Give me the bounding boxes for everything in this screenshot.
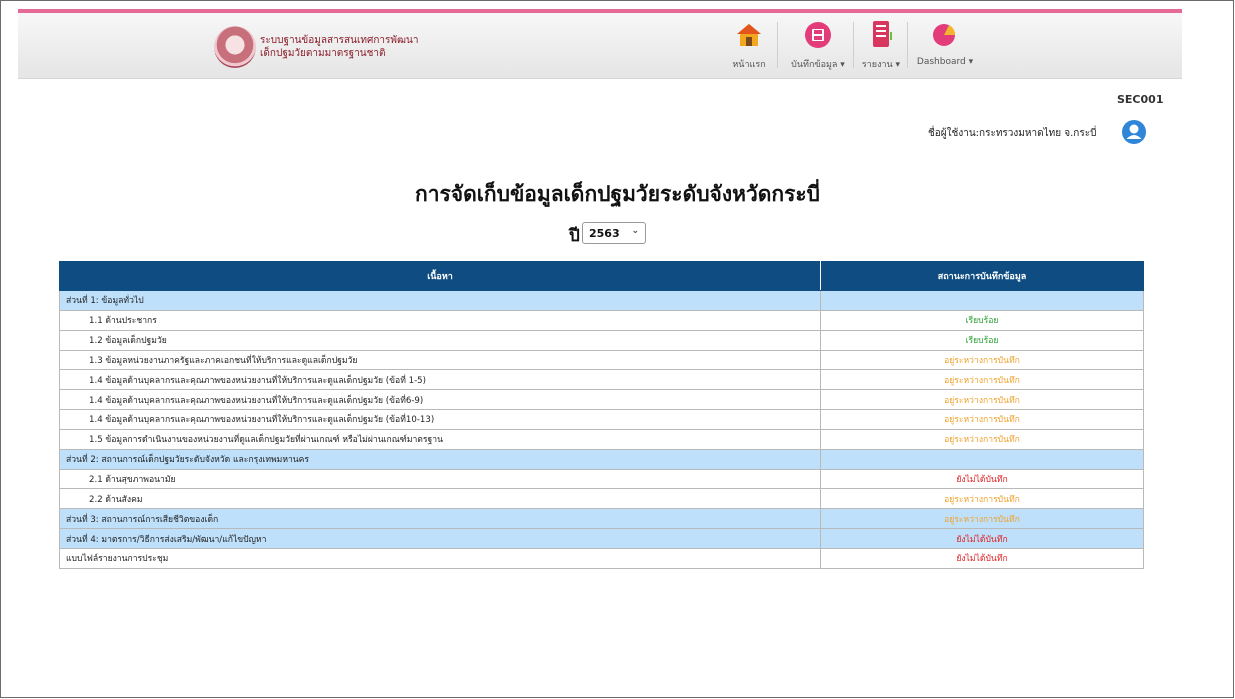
nav-home-label: หน้าแรก [732,60,766,70]
status-cell: ยังไม่ได้บันทึก [820,528,1144,549]
table-row[interactable]: 1.5 ข้อมูลการดำเนินงานของหน่วยงานที่ดูแล… [59,428,1144,450]
chevron-down-icon: ⌄ [631,226,639,236]
status-cell: อยู่ระหว่างการบันทึก [820,428,1144,450]
status-cell: ยังไม่ได้บันทึก [820,468,1144,490]
user-avatar-icon[interactable] [1121,119,1147,145]
nav-report[interactable]: รายงาน ▾ [858,18,904,76]
table-row[interactable]: 2.2 ด้านสังคม อยู่ระหว่างการบันทึก [59,488,1144,510]
table-row[interactable]: 1.2 ข้อมูลเด็กปฐมวัย เรียบร้อย [59,329,1144,351]
row-label[interactable]: 1.4 ข้อมูลด้านบุคลากรและคุณภาพของหน่วยงา… [59,369,821,391]
status-cell: อยู่ระหว่างการบันทึก [820,389,1144,411]
column-header-content: เนื้อหา [59,261,821,291]
status-cell: ยังไม่ได้บันทึก [820,547,1144,569]
column-header-status: สถานะการบันทึกข้อมูล [820,261,1144,291]
table-row[interactable]: ส่วนที่ 4: มาตรการ/วิธีการส่งเสริม/พัฒนา… [59,528,1144,549]
status-cell: เรียบร้อย [820,329,1144,351]
table-row[interactable]: 1.4 ข้อมูลด้านบุคลากรและคุณภาพของหน่วยงา… [59,369,1144,391]
nav-dashboard-label: Dashboard ▾ [916,57,974,67]
row-label[interactable]: ส่วนที่ 3: สถานการณ์การเสียชีวิตของเด็ก [59,508,821,530]
home-icon [737,24,761,46]
status-cell: อยู่ระหว่างการบันทึก [820,409,1144,430]
nav-save-data[interactable]: บันทึกข้อมูล ▾ [786,18,850,76]
status-cell: อยู่ระหว่างการบันทึก [820,508,1144,530]
row-label[interactable]: 1.5 ข้อมูลการดำเนินงานของหน่วยงานที่ดูแล… [59,428,821,450]
year-select[interactable]: 2563 ⌄ [582,222,646,244]
table-row[interactable]: ส่วนที่ 3: สถานการณ์การเสียชีวิตของเด็ก … [59,508,1144,530]
row-label[interactable]: 1.1 ด้านประชากร [59,309,821,331]
data-status-table: เนื้อหา สถานะการบันทึกข้อมูล ส่วนที่ 1: … [59,261,1144,569]
table-row[interactable]: 1.4 ข้อมูลด้านบุคลากรและคุณภาพของหน่วยงา… [59,409,1144,430]
status-cell: อยู่ระหว่างการบันทึก [820,369,1144,391]
nav-save-label: บันทึกข้อมูล ▾ [791,60,845,70]
row-label[interactable]: 1.2 ข้อมูลเด็กปฐมวัย [59,329,821,351]
brand-line-2[interactable]: เด็กปฐมวัยตามมาตรฐานชาติ [260,46,386,61]
table-row: ส่วนที่ 2: สถานการณ์เด็กปฐมวัยระดับจังหว… [59,448,1144,470]
report-icon [873,21,892,47]
year-label: ปี [569,226,580,246]
table-row[interactable]: 1.4 ข้อมูลด้านบุคลากรและคุณภาพของหน่วยงา… [59,389,1144,411]
nav-divider [853,22,854,68]
status-cell: อยู่ระหว่างการบันทึก [820,488,1144,510]
nav-divider [777,22,778,68]
row-label[interactable]: ส่วนที่ 4: มาตรการ/วิธีการส่งเสริม/พัฒนา… [59,528,821,549]
nav-divider [907,22,908,68]
year-value: 2563 [589,227,620,240]
user-code: SEC001 [1117,93,1164,106]
status-cell: อยู่ระหว่างการบันทึก [820,349,1144,371]
nav-home[interactable]: หน้าแรก [726,18,772,76]
table-header-row: เนื้อหา สถานะการบันทึกข้อมูล [59,261,1144,291]
section-label: ส่วนที่ 1: ข้อมูลทั่วไป [59,290,821,311]
user-name: ชื่อผู้ใช้งาน:กระทรวงมหาดไทย จ.กระบี่ [928,128,1097,139]
table-row[interactable]: 2.1 ด้านสุขภาพอนามัย ยังไม่ได้บันทึก [59,468,1144,490]
page-title: การจัดเก็บข้อมูลเด็กปฐมวัยระดับจังหวัดกร… [415,182,820,206]
row-label[interactable]: 1.4 ข้อมูลด้านบุคลากรและคุณภาพของหน่วยงา… [59,409,821,430]
top-navbar [18,13,1182,79]
status-cell: เรียบร้อย [820,309,1144,331]
row-label[interactable]: 2.2 ด้านสังคม [59,488,821,510]
ministry-seal-logo[interactable] [214,26,256,68]
table-row[interactable]: 1.1 ด้านประชากร เรียบร้อย [59,309,1144,331]
status-cell [820,290,1144,311]
table-row[interactable]: 1.3 ข้อมูลหน่วยงานภาครัฐและภาคเอกชนที่ให… [59,349,1144,371]
nav-dashboard[interactable]: Dashboard ▾ [910,18,980,76]
table-row: ส่วนที่ 1: ข้อมูลทั่วไป [59,290,1144,311]
row-label[interactable]: 1.3 ข้อมูลหน่วยงานภาครัฐและภาคเอกชนที่ให… [59,349,821,371]
row-label[interactable]: 2.1 ด้านสุขภาพอนามัย [59,468,821,490]
table-row[interactable]: แบบไฟล์รายงานการประชุม ยังไม่ได้บันทึก [59,547,1144,569]
section-label: ส่วนที่ 2: สถานการณ์เด็กปฐมวัยระดับจังหว… [59,448,821,470]
pie-chart-icon [933,24,956,46]
nav-report-label: รายงาน ▾ [861,60,901,70]
row-label[interactable]: แบบไฟล์รายงานการประชุม [59,547,821,569]
row-label[interactable]: 1.4 ข้อมูลด้านบุคลากรและคุณภาพของหน่วยงา… [59,389,821,411]
save-icon [805,22,831,48]
status-cell [820,448,1144,470]
